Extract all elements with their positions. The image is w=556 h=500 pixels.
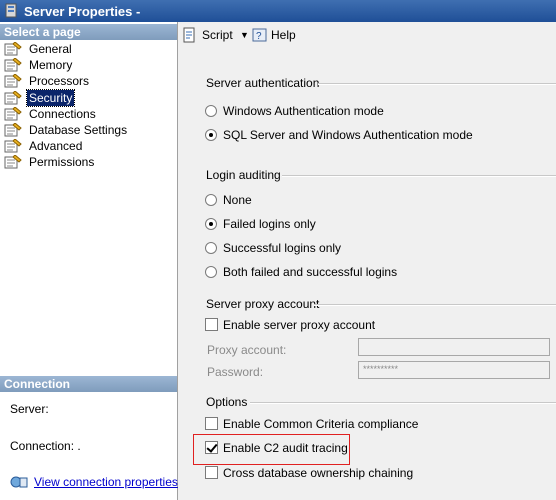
enable-proxy-label[interactable]: Enable server proxy account [223,318,375,332]
page-icon [4,58,22,72]
connection-properties-icon [10,476,28,488]
windows-auth-label[interactable]: Windows Authentication mode [223,104,384,118]
window-title: Server Properties - [24,4,141,19]
page-item-label: Database Settings [29,123,128,137]
svg-text:?: ? [256,31,262,42]
divider [314,304,556,306]
audit-both-radio[interactable] [205,266,217,278]
page-item-label: Advanced [29,139,83,153]
enable-proxy-checkbox[interactable] [205,318,218,331]
server-label: Server: [10,402,49,416]
common-criteria-checkbox[interactable] [205,417,218,430]
proxy-account-label: Proxy account: [207,343,287,357]
connection-header: Connection [0,376,177,392]
common-criteria-label[interactable]: Enable Common Criteria compliance [223,417,418,431]
highlight-box [193,434,350,465]
server-proxy-title: Server proxy account [206,297,320,311]
windows-auth-radio[interactable] [205,105,217,117]
title-bar: Server Properties - [0,0,556,22]
options-title: Options [206,395,248,409]
divider [250,402,556,404]
help-label: Help [271,28,296,42]
cross-db-chaining-label[interactable]: Cross database ownership chaining [223,466,413,480]
script-icon [183,27,195,43]
password-field[interactable]: ********** [358,361,550,379]
chevron-down-icon[interactable]: ▼ [240,26,249,44]
cross-db-chaining-checkbox[interactable] [205,466,218,479]
page-item-label: General [29,42,72,56]
page-item-label: Permissions [29,155,95,169]
server-authentication-title: Server authentication [206,76,320,90]
audit-both-label[interactable]: Both failed and successful logins [223,265,397,279]
page-icon [4,42,22,56]
page-icon [4,139,22,153]
select-page-header: Select a page [0,24,177,40]
audit-failed-radio[interactable] [205,218,217,230]
password-label: Password: [207,365,264,379]
page-icon [4,123,22,137]
login-auditing-title: Login auditing [206,168,281,182]
audit-successful-label[interactable]: Successful logins only [223,241,341,255]
audit-successful-radio[interactable] [205,242,217,254]
security-page: Server authentication Windows Authentica… [178,48,556,500]
page-item-label: Connections [29,107,96,121]
connection-label: Connection: . [10,439,81,453]
script-label: Script [202,28,233,42]
help-icon: ? [252,28,267,42]
page-icon [4,74,22,88]
divider [318,83,556,85]
audit-none-label[interactable]: None [223,193,252,207]
page-item-label: Security [25,89,76,107]
sql-windows-auth-label[interactable]: SQL Server and Windows Authentication mo… [223,128,473,142]
audit-none-radio[interactable] [205,194,217,206]
select-page-pane: Select a page General Memory Processors … [0,22,178,500]
audit-failed-label[interactable]: Failed logins only [223,217,316,231]
page-icon [4,91,22,105]
divider [282,175,556,177]
sql-windows-auth-radio[interactable] [205,129,217,141]
page-icon [4,107,22,121]
page-item-label: Processors [29,74,90,88]
view-connection-properties-link[interactable]: View connection properties [34,475,178,489]
page-item-label: Memory [29,58,73,72]
server-icon [5,3,17,18]
page-icon [4,155,22,169]
proxy-account-field[interactable] [358,338,550,356]
toolbar: Script ▼ ? Help [178,22,556,49]
